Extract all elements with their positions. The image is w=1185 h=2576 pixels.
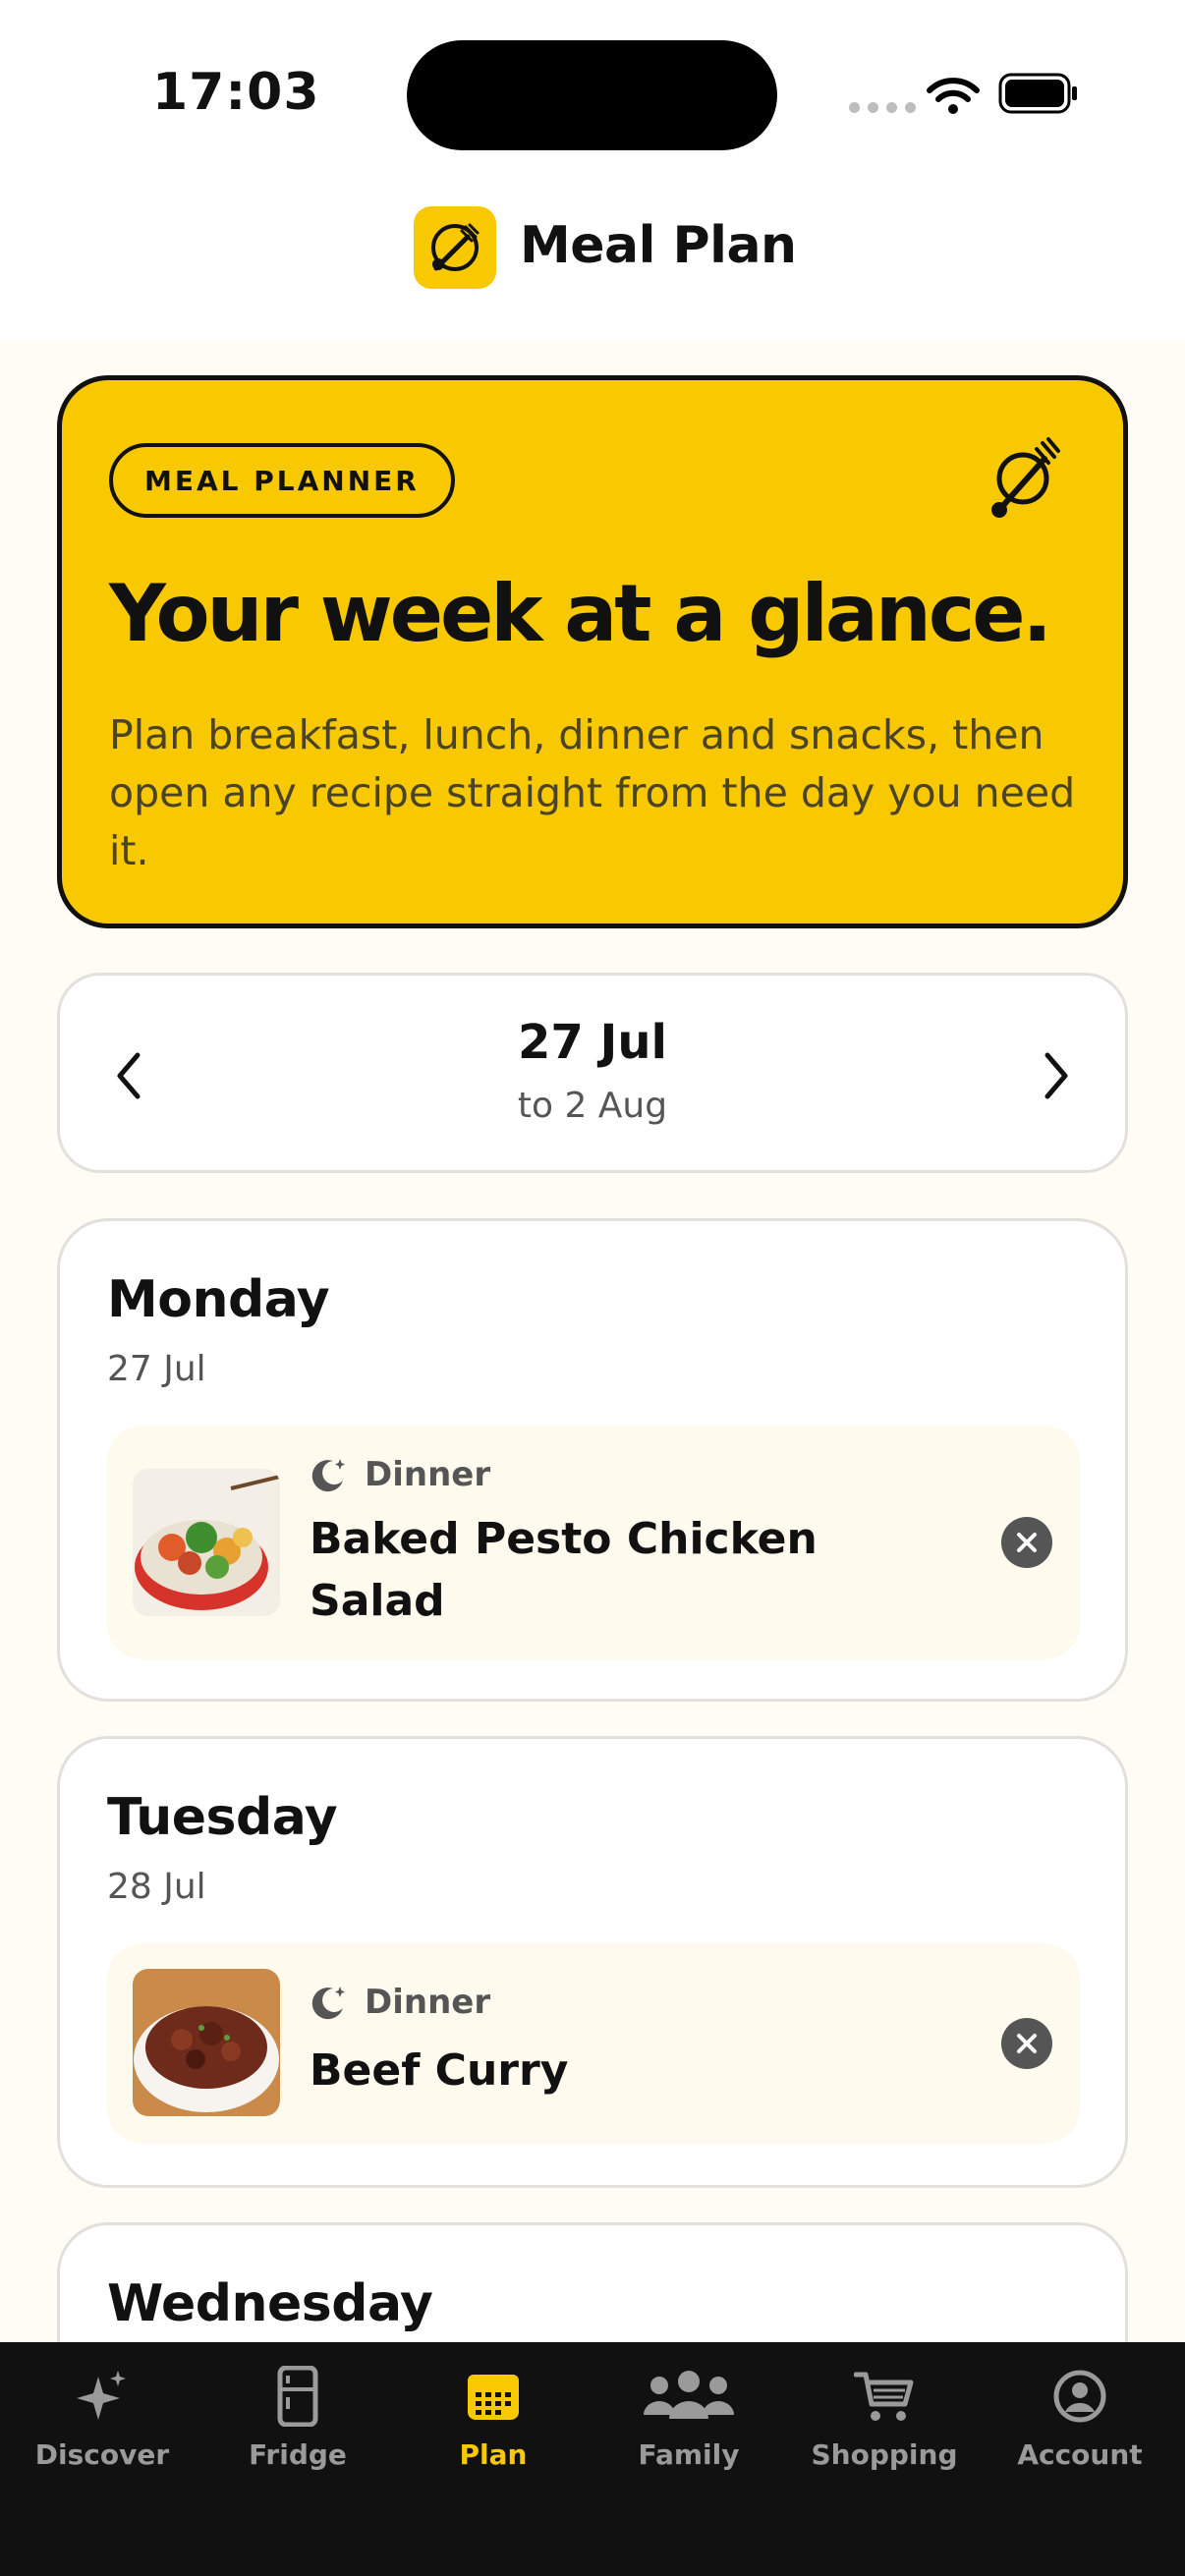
tab-label: Discover — [34, 2438, 170, 2471]
page-title: Meal Plan — [520, 216, 797, 275]
moon-icon — [311, 1987, 345, 2020]
day-name: Tuesday — [107, 1788, 338, 1847]
meal-item[interactable]: Dinner Beef Curry — [107, 1943, 1080, 2144]
calendar-icon — [468, 2375, 519, 2420]
meal-type-label: Dinner — [365, 1983, 491, 2022]
day-date: 28 Jul — [107, 1867, 206, 1907]
remove-meal-button[interactable] — [1001, 1517, 1052, 1568]
status-time: 17:03 — [152, 63, 320, 122]
remove-meal-button[interactable] — [1001, 2018, 1052, 2069]
hero-badge: MEAL PLANNER — [109, 443, 455, 518]
meal-type-label: Dinner — [365, 1455, 491, 1494]
tab-label: Fridge — [249, 2438, 347, 2471]
tab-family[interactable]: Family — [591, 2362, 787, 2480]
chevron-right-icon — [1044, 1052, 1068, 1099]
week-end-date: to 2 Aug — [517, 1086, 668, 1126]
close-icon — [1017, 2034, 1037, 2053]
spoon-fork-icon — [431, 223, 480, 271]
tab-fridge[interactable]: Fridge — [199, 2362, 396, 2480]
meal-image — [133, 1469, 280, 1616]
people-icon — [644, 2371, 734, 2419]
hero-title: Your week at a glance. — [109, 568, 1052, 659]
day-name: Wednesday — [107, 2274, 433, 2333]
signal-icon — [849, 102, 916, 113]
sparkle-icon — [77, 2371, 126, 2420]
meal-image — [133, 1969, 280, 2116]
app-header: Meal Plan — [0, 187, 1185, 340]
tab-label: Shopping — [811, 2438, 958, 2471]
fridge-icon — [277, 2366, 318, 2427]
tab-account[interactable]: Account — [982, 2362, 1178, 2480]
meal-type: Dinner — [310, 1455, 490, 1494]
day-name: Monday — [107, 1270, 330, 1329]
week-selector: 27 Jul to 2 Aug — [57, 973, 1128, 1173]
tab-shopping[interactable]: Shopping — [786, 2362, 983, 2480]
meal-item[interactable]: Dinner Baked Pesto Chicken Salad — [107, 1426, 1080, 1659]
spoon-fork-icon — [991, 437, 1060, 518]
cart-icon — [854, 2372, 914, 2421]
next-week-button[interactable] — [1027, 1046, 1086, 1105]
dynamic-island — [407, 40, 777, 150]
day-date: 27 Jul — [107, 1349, 206, 1389]
meal-name: Beef Curry — [310, 2045, 569, 2096]
account-icon — [1053, 2370, 1106, 2423]
close-icon — [1017, 1533, 1037, 1552]
hero-card: MEAL PLANNER Your week at a glance. Plan… — [57, 375, 1128, 928]
tab-label: Account — [1017, 2438, 1143, 2471]
tab-label: Plan — [459, 2438, 528, 2471]
app-logo — [414, 206, 496, 289]
tab-label: Family — [638, 2438, 740, 2471]
tab-discover[interactable]: Discover — [4, 2362, 200, 2480]
meal-name: Baked Pesto Chicken Salad — [310, 1514, 818, 1626]
hero-description: Plan breakfast, lunch, dinner and snacks… — [109, 711, 1076, 874]
moon-icon — [311, 1459, 345, 1492]
bottom-tab-bar: Discover Fridge Plan Family Shopping Acc… — [0, 2342, 1185, 2576]
tab-plan[interactable]: Plan — [395, 2362, 592, 2480]
status-bar: 17:03 — [0, 0, 1185, 187]
day-card-monday: Monday 27 Jul Dinner Baked Pesto Chicken… — [57, 1218, 1128, 1702]
day-card-tuesday: Tuesday 28 Jul Dinner Beef Curry — [57, 1736, 1128, 2188]
battery-icon — [998, 73, 1077, 114]
meal-type: Dinner — [310, 1983, 490, 2022]
wifi-icon — [927, 78, 980, 114]
week-start-date: 27 Jul — [518, 1015, 667, 1070]
